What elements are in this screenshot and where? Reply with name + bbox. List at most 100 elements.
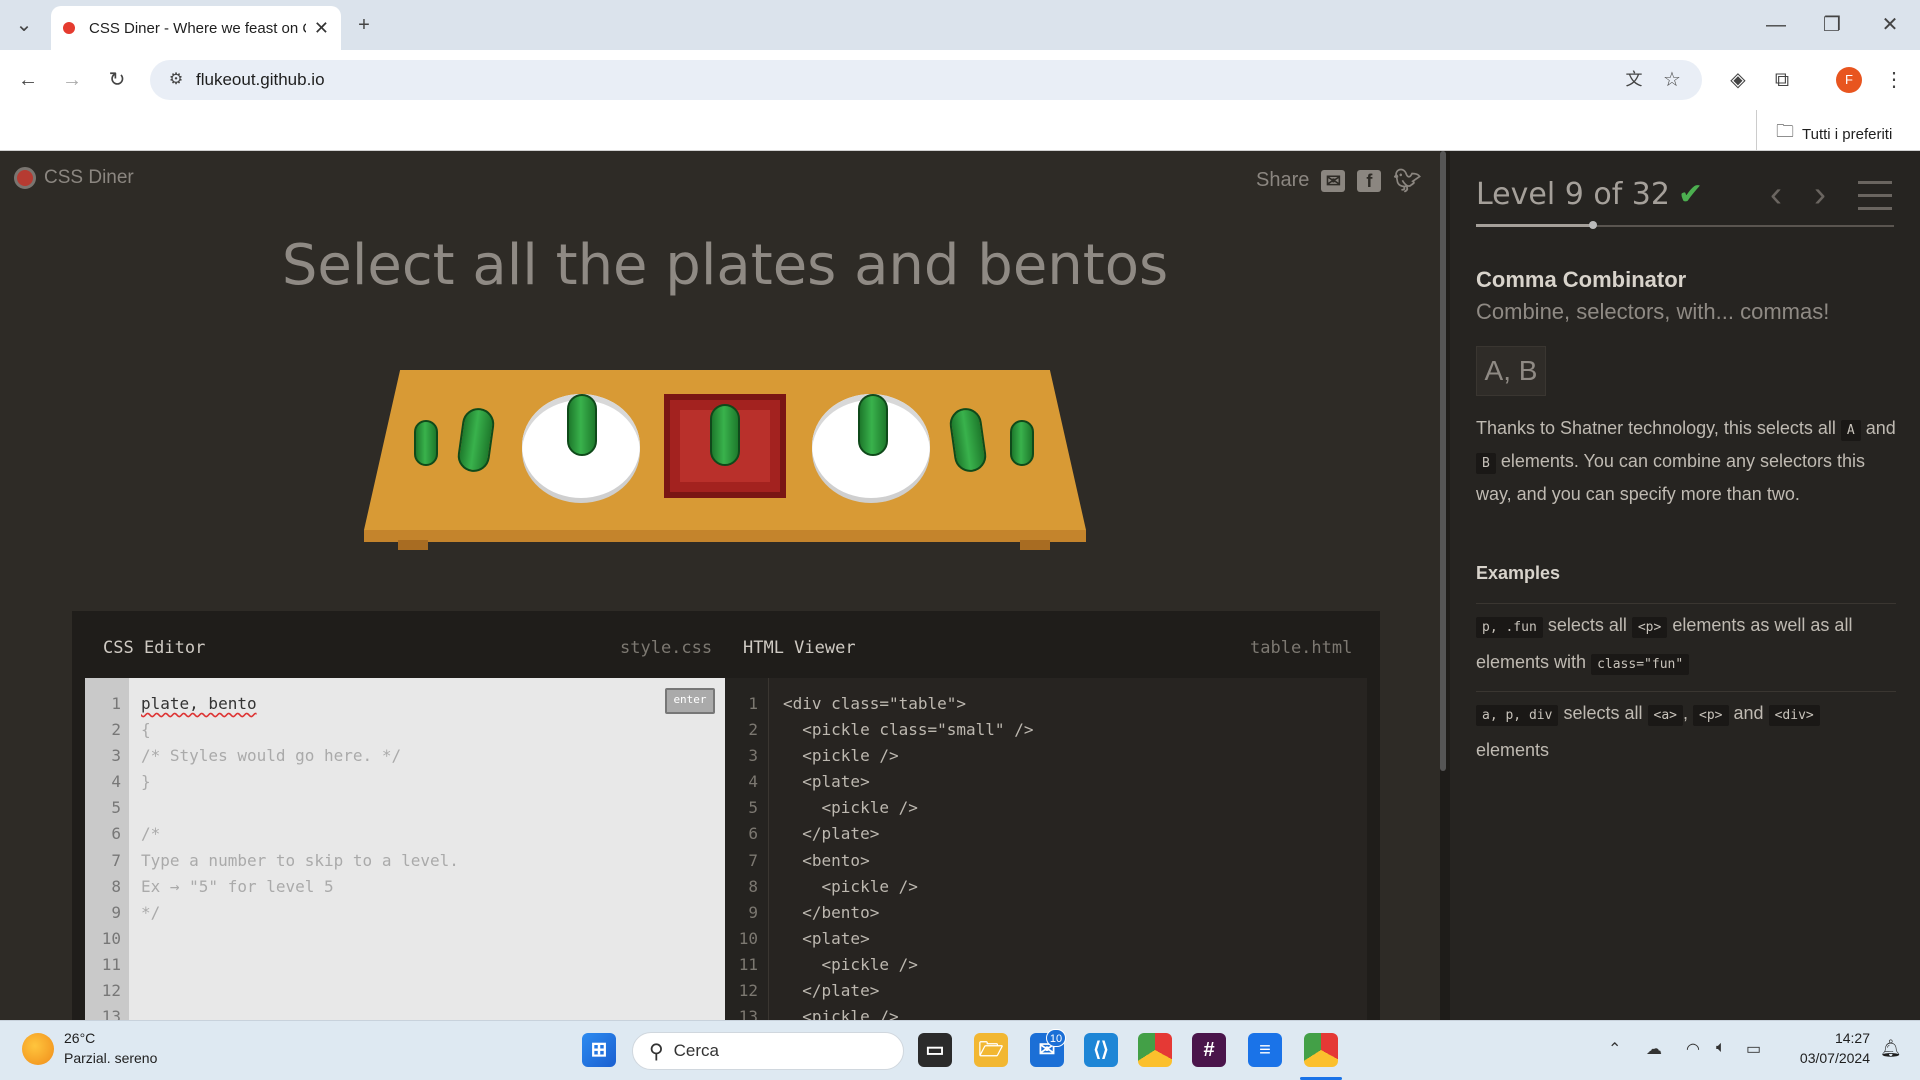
start-icon[interactable]: ⊞ <box>582 1033 616 1067</box>
pickle-on-plate[interactable] <box>567 394 597 456</box>
example-code: <a> <box>1647 705 1683 726</box>
profile-avatar[interactable]: F <box>1836 67 1862 93</box>
taskbar-search[interactable]: ⚲ Cerca <box>632 1032 904 1070</box>
next-level-icon[interactable]: › <box>1814 173 1826 215</box>
dinner-table <box>364 370 1086 570</box>
level-indicator: Level 9 of 32 ✔ <box>1476 177 1703 212</box>
prev-level-icon[interactable]: ‹ <box>1770 173 1782 215</box>
selector-name: Comma Combinator <box>1476 267 1687 292</box>
pickle-small[interactable] <box>1010 420 1034 466</box>
tab-title: CSS Diner - Where we feast on CSS <box>89 19 306 37</box>
pickle-small[interactable] <box>414 420 438 466</box>
volume-icon[interactable]: 🔈︎ <box>1716 1039 1726 1057</box>
reload-icon[interactable]: ↻ <box>103 68 131 92</box>
twitter-icon[interactable]: 🐦︎ <box>1393 169 1421 192</box>
divider <box>1756 110 1757 150</box>
editor-header: CSS Editor style.css HTML Viewer table.h… <box>72 611 1380 678</box>
level-menu-icon[interactable] <box>1858 181 1892 220</box>
all-bookmarks[interactable]: 🗀 Tutti i preferiti <box>1776 119 1892 149</box>
example-code: <p> <box>1693 705 1729 726</box>
html-code[interactable]: <div class="table"> <pickle class="small… <box>783 691 1033 1020</box>
restore-icon[interactable]: ❐ <box>1818 13 1846 37</box>
more-menu-icon[interactable]: ⋮ <box>1880 68 1908 92</box>
wifi-icon[interactable]: ◠ <box>1686 1039 1700 1059</box>
new-tab-icon[interactable]: + <box>350 13 378 37</box>
level-sidebar: Level 9 of 32 ✔ ‹ › Comma Combinator Comb… <box>1450 151 1920 1020</box>
css-input[interactable]: plate, bento <box>141 694 257 713</box>
weather-temp[interactable]: 26°C <box>64 1030 95 1046</box>
level-text: Level 9 of 32 <box>1476 177 1670 212</box>
search-placeholder: Cerca <box>673 1041 720 1060</box>
clock-date[interactable]: 03/07/2024 <box>1770 1050 1870 1066</box>
tab-list-icon[interactable]: ⌄ <box>10 13 38 37</box>
clock-time[interactable]: 14:27 <box>1790 1030 1870 1046</box>
bookmarks-bar: 🗀 Tutti i preferiti <box>0 110 1920 151</box>
extension-icon[interactable]: ◈ <box>1724 68 1752 92</box>
file-explorer-icon[interactable]: 🗁 <box>974 1033 1008 1067</box>
pickle-in-bento[interactable] <box>710 404 740 466</box>
window-close-icon[interactable]: ✕ <box>1876 13 1904 37</box>
toolbar: ← → ↻ ⚙ flukeout.github.io 文 ☆ ◈ ⧉ F ⋮ <box>0 50 1920 110</box>
weather-icon[interactable] <box>22 1033 54 1065</box>
task-view-icon[interactable]: ▭ <box>918 1033 952 1067</box>
examples-heading: Examples <box>1476 563 1561 583</box>
chrome-profile-icon[interactable] <box>1304 1033 1338 1067</box>
editor-panel: CSS Editor style.css HTML Viewer table.h… <box>72 611 1380 1020</box>
notepad-icon[interactable]: ≡ <box>1248 1033 1282 1067</box>
html-line-numbers: 1 2 3 4 5 6 7 8 9 10 11 12 13 <box>725 678 769 1020</box>
bookmark-star-icon[interactable]: ☆ <box>1658 68 1686 92</box>
example-1: p, .fun selects all <p> elements as well… <box>1476 603 1896 682</box>
back-icon[interactable]: ← <box>14 68 42 92</box>
battery-icon[interactable]: ▭ <box>1746 1039 1761 1059</box>
onedrive-icon[interactable]: ☁ <box>1646 1039 1662 1059</box>
pickle-on-plate[interactable] <box>858 394 888 456</box>
table-edge <box>364 530 1086 542</box>
desc-code: A <box>1840 420 1861 441</box>
css-editor-label: CSS Editor <box>103 638 206 658</box>
extensions-puzzle-icon[interactable]: ⧉ <box>1768 68 1796 92</box>
css-line-numbers: 1 2 3 4 5 6 7 8 9 10 11 12 13 <box>85 678 129 1020</box>
css-editor[interactable]: 1 2 3 4 5 6 7 8 9 10 11 12 13 plate, ben… <box>85 678 725 1020</box>
desc-text: Thanks to Shatner technology, this selec… <box>1476 418 1836 438</box>
search-icon: ⚲ <box>649 1040 664 1063</box>
selector-description: Thanks to Shatner technology, this selec… <box>1476 413 1896 510</box>
folder-icon: 🗀 <box>1776 121 1794 141</box>
notifications-icon[interactable]: 🔔︎ <box>1880 1039 1902 1059</box>
slack-icon[interactable]: # <box>1192 1033 1226 1067</box>
vscode-icon[interactable]: ⟨⟩ <box>1084 1033 1118 1067</box>
example-text: and <box>1733 703 1764 723</box>
all-bookmarks-label: Tutti i preferiti <box>1802 125 1893 143</box>
translate-icon[interactable]: 文 <box>1620 68 1648 92</box>
chrome-icon[interactable] <box>1138 1033 1172 1067</box>
browser-tab[interactable]: CSS Diner - Where we feast on CSS ✕ <box>51 6 341 50</box>
share-bar: Share ✉ f 🐦︎ <box>1256 169 1421 192</box>
forward-icon[interactable]: → <box>58 68 86 92</box>
weather-desc[interactable]: Parzial. sereno <box>64 1050 157 1066</box>
example-2: a, p, div selects all <a>, <p> and <div>… <box>1476 691 1896 767</box>
desc-text: elements. You can combine any selectors … <box>1476 451 1866 504</box>
site-info-icon[interactable]: ⚙ <box>162 68 190 92</box>
logo[interactable]: CSS Diner <box>14 167 134 189</box>
enter-button[interactable]: enter <box>665 688 715 714</box>
address-bar[interactable]: ⚙ flukeout.github.io 文 ☆ <box>150 60 1702 100</box>
logo-text: CSS Diner <box>44 167 134 188</box>
page-content: CSS Diner Share ✉ f 🐦︎ Select all the pl… <box>0 151 1920 1020</box>
scrollbar[interactable] <box>1440 151 1446 771</box>
minimize-icon[interactable]: — <box>1762 13 1790 37</box>
email-icon[interactable]: ✉ <box>1321 169 1346 192</box>
html-viewer-label: HTML Viewer <box>743 638 856 658</box>
facebook-icon[interactable]: f <box>1357 169 1382 192</box>
html-file-label: table.html <box>1250 638 1353 658</box>
example-code: <div> <box>1768 705 1820 726</box>
page-title: Select all the plates and bentos <box>281 233 1169 298</box>
desc-text: and <box>1865 418 1896 438</box>
css-code[interactable]: plate, bento { /* Styles would go here. … <box>141 691 459 926</box>
tab-close-icon[interactable]: ✕ <box>314 18 329 39</box>
example-code: class="fun" <box>1591 654 1690 675</box>
example-text: , <box>1683 703 1689 723</box>
taskbar: 26°C Parzial. sereno ⊞ ⚲ Cerca ▭ 🗁 ✉ 10 … <box>0 1020 1920 1080</box>
logo-icon <box>14 167 36 189</box>
share-label: Share <box>1256 169 1310 191</box>
completed-check-icon: ✔ <box>1677 177 1704 212</box>
tray-overflow-icon[interactable]: ⌃ <box>1608 1039 1621 1059</box>
